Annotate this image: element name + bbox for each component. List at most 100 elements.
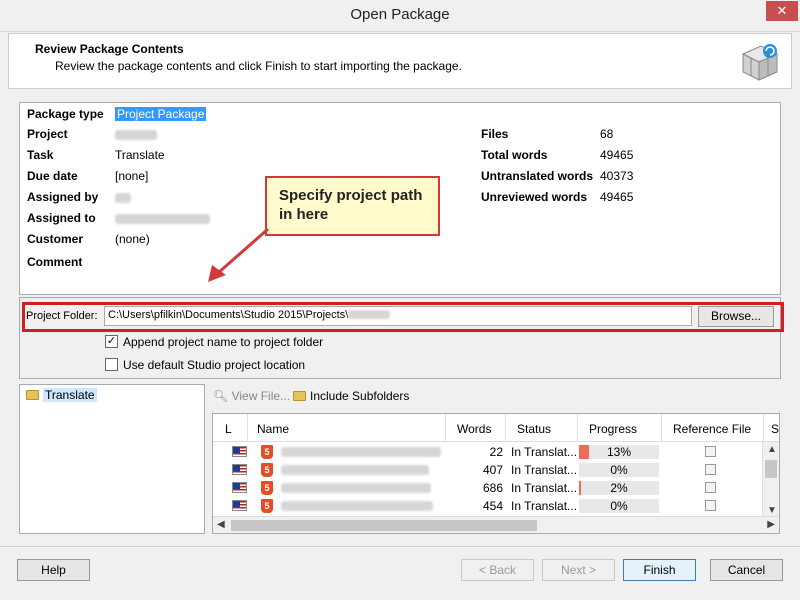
use-default-location-label: Use default Studio project location — [123, 358, 306, 372]
table-row[interactable]: 5 407 In Translat... 0% — [213, 461, 761, 479]
row-words: 22 — [489, 445, 503, 459]
html5-file-icon: 5 — [261, 445, 273, 459]
annotation-arrow — [208, 227, 269, 282]
header-subtitle: Review the package contents and click Fi… — [55, 59, 462, 73]
title-bar: Open Package ✕ — [0, 0, 800, 32]
window-title: Open Package — [350, 6, 450, 23]
grid-header: L Name Words Status Progress Reference F… — [213, 414, 779, 442]
next-button[interactable]: Next > — [542, 559, 615, 581]
html5-file-icon: 5 — [261, 499, 273, 513]
column-header-words[interactable]: Words — [457, 422, 491, 436]
scroll-down-icon[interactable]: ▼ — [767, 505, 777, 516]
row-words: 454 — [482, 499, 503, 513]
row-status: In Translat... — [511, 499, 578, 513]
us-flag-icon — [232, 446, 247, 457]
reference-file-checkbox[interactable] — [705, 500, 716, 511]
package-icon — [741, 44, 779, 81]
files-value: 68 — [600, 127, 614, 141]
assigned-to-label: Assigned to — [27, 211, 96, 225]
annotation-highlight-box — [22, 302, 784, 332]
use-default-location-checkbox[interactable] — [105, 358, 118, 371]
column-header-status[interactable]: Status — [517, 422, 551, 436]
file-name-redacted — [281, 501, 433, 511]
row-words: 407 — [482, 463, 503, 477]
table-row[interactable]: 5 454 In Translat... 0% — [213, 497, 761, 515]
progress-bar: 0% — [579, 463, 659, 477]
column-header-reference-file[interactable]: Reference File — [673, 422, 751, 436]
us-flag-icon — [232, 482, 247, 493]
us-flag-icon — [232, 464, 247, 475]
assigned-by-value-redacted — [115, 193, 131, 203]
package-type-label: Package type — [27, 107, 104, 121]
task-value: Translate — [115, 148, 165, 162]
row-words: 686 — [482, 481, 503, 495]
file-name-redacted — [281, 483, 431, 493]
scroll-right-icon[interactable]: ▶ — [767, 519, 775, 530]
column-header-name[interactable]: Name — [257, 422, 289, 436]
untranslated-words-value: 40373 — [600, 169, 634, 183]
project-label: Project — [27, 127, 68, 141]
progress-bar: 0% — [579, 499, 659, 513]
html5-file-icon: 5 — [261, 463, 273, 477]
package-type-value[interactable]: Project Package — [115, 107, 207, 121]
customer-label: Customer — [27, 232, 84, 246]
table-row[interactable]: 5 686 In Translat... 2% — [213, 479, 761, 497]
scroll-up-icon[interactable]: ▲ — [767, 444, 777, 455]
reference-file-checkbox[interactable] — [705, 482, 716, 493]
files-label: Files — [481, 127, 509, 141]
project-value-redacted — [115, 130, 157, 140]
vertical-scrollbar[interactable]: ▲ ▼ — [762, 442, 779, 518]
untranslated-words-label: Untranslated words — [481, 169, 594, 183]
append-project-name-label: Append project name to project folder — [123, 335, 324, 349]
row-status: In Translat... — [511, 445, 578, 459]
total-words-label: Total words — [481, 148, 548, 162]
task-label: Task — [27, 148, 54, 162]
close-button[interactable]: ✕ — [766, 1, 798, 21]
progress-bar: 13% — [579, 445, 659, 459]
table-row[interactable]: 5 22 In Translat... 13% — [213, 443, 761, 461]
finish-button[interactable]: Finish — [623, 559, 696, 581]
file-toolbar: 🔍︎ View File... Include Subfolders — [211, 387, 781, 407]
magnifier-icon: 🔍︎ — [213, 389, 229, 403]
vertical-scroll-thumb[interactable] — [765, 460, 777, 478]
cancel-button[interactable]: Cancel — [710, 559, 783, 581]
assigned-by-label: Assigned by — [27, 190, 99, 204]
column-header-s[interactable]: S — [771, 422, 779, 436]
horizontal-scrollbar[interactable]: ◀ ▶ — [213, 516, 779, 533]
comment-label: Comment — [27, 255, 83, 269]
tree-item-translate[interactable]: Translate — [26, 388, 97, 402]
html5-file-icon: 5 — [261, 481, 273, 495]
reference-file-checkbox[interactable] — [705, 446, 716, 457]
row-status: In Translat... — [511, 463, 578, 477]
file-grid: L Name Words Status Progress Reference F… — [212, 413, 780, 534]
column-header-language[interactable]: L — [225, 422, 232, 436]
progress-bar: 2% — [579, 481, 659, 495]
file-name-redacted — [281, 447, 441, 457]
wizard-header: Review Package Contents Review the packa… — [8, 33, 792, 89]
reference-file-checkbox[interactable] — [705, 464, 716, 475]
header-title: Review Package Contents — [35, 42, 184, 56]
open-folder-icon — [26, 390, 39, 400]
horizontal-scroll-thumb[interactable] — [231, 520, 537, 531]
help-button[interactable]: Help — [17, 559, 90, 581]
unreviewed-words-value: 49465 — [600, 190, 634, 204]
unreviewed-words-label: Unreviewed words — [481, 190, 588, 204]
row-status: In Translat... — [511, 481, 578, 495]
footer-divider — [0, 546, 800, 547]
task-tree-panel: Translate — [19, 384, 205, 534]
due-date-value: [none] — [115, 169, 149, 183]
file-name-redacted — [281, 465, 429, 475]
due-date-label: Due date — [27, 169, 78, 183]
customer-value: (none) — [115, 232, 150, 246]
view-file-button[interactable]: 🔍︎ View File... — [213, 389, 290, 403]
us-flag-icon — [232, 500, 247, 511]
annotation-callout: Specify project path in here — [265, 176, 440, 236]
assigned-to-value-redacted — [115, 214, 210, 224]
folder-icon — [293, 391, 306, 401]
back-button[interactable]: < Back — [461, 559, 534, 581]
total-words-value: 49465 — [600, 148, 634, 162]
include-subfolders-button[interactable]: Include Subfolders — [293, 389, 409, 403]
column-header-progress[interactable]: Progress — [589, 422, 637, 436]
append-project-name-checkbox[interactable]: ✓ — [105, 335, 118, 348]
scroll-left-icon[interactable]: ◀ — [217, 519, 225, 530]
